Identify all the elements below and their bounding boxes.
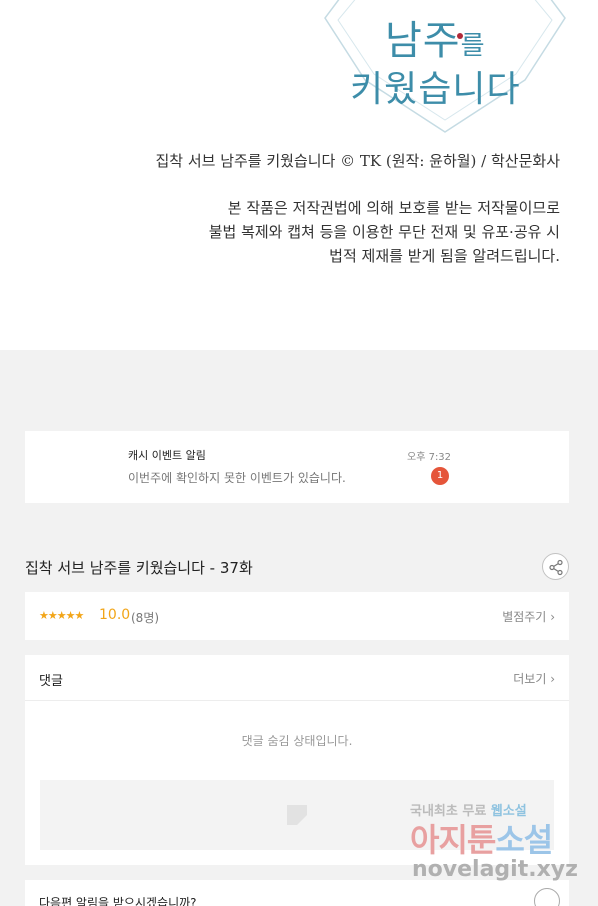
- notification-time: 오후 7:32: [407, 452, 452, 463]
- alarm-toggle-icon[interactable]: [534, 888, 560, 906]
- chevron-right-icon: ›: [550, 672, 555, 686]
- notice-line: 법적 제재를 받게 됨을 알려드립니다.: [329, 247, 560, 265]
- notice-line: 불법 복제와 캡쳐 등을 이용한 무단 전재 및 유포·공유 시: [208, 223, 560, 241]
- watermark-url: novelagit.xyz: [412, 857, 578, 882]
- comic-end-panel: 남주를 키웠습니다 집착 서브 남주를 키웠습니다 © TK (원작: 윤하월)…: [0, 0, 598, 350]
- comments-more-button[interactable]: 더보기 ›: [513, 670, 555, 687]
- watermark: 국내최초 무료 웹소설 아지툰소설 novelagit.xyz: [410, 800, 590, 886]
- cash-event-notification[interactable]: 캐시 이벤트 알림 이번주에 확인하지 못한 이벤트가 있습니다. 오후 7:3…: [25, 431, 569, 503]
- share-icon: [549, 559, 563, 576]
- rating-row: ★★★★★ 10.0 (8명) 별점주기 ›: [25, 592, 569, 640]
- notification-badge: 1: [431, 467, 449, 485]
- rating-stars: ★★★★★: [39, 609, 84, 622]
- comments-more-label: 더보기: [513, 672, 547, 686]
- rate-button-label: 별점주기: [502, 610, 547, 624]
- episode-title: 집착 서브 남주를 키웠습니다 - 37화: [25, 559, 253, 577]
- notice-line: 본 작품은 저작권법에 의해 보호를 받는 저작물이므로: [227, 199, 560, 217]
- comments-title: 댓글: [39, 674, 63, 689]
- rating-count: (8명): [131, 611, 160, 625]
- rate-button[interactable]: 별점주기 ›: [502, 608, 555, 625]
- logo-title-line2: 키웠습니다: [350, 69, 521, 110]
- watermark-brand: 아지툰소설: [410, 821, 553, 859]
- chevron-right-icon: ›: [550, 610, 555, 624]
- copyright-notice: 본 작품은 저작권법에 의해 보호를 받는 저작물이므로 불법 복제와 캡쳐 등…: [209, 196, 560, 268]
- rating-score: 10.0: [99, 607, 131, 623]
- comments-hidden-message: 댓글 숨김 상태입니다.: [241, 734, 353, 748]
- logo-title-line1: 남주를: [385, 18, 486, 64]
- notification-title: 캐시 이벤트 알림: [128, 449, 206, 462]
- next-alarm-text: 다음편 알림을 받으시겠습니까?: [39, 896, 197, 906]
- comment-write-icon: [287, 805, 307, 825]
- share-button[interactable]: [542, 553, 569, 580]
- comments-header: 댓글 더보기 ›: [25, 655, 569, 701]
- copyright-credit: 집착 서브 남주를 키웠습니다 © TK (원작: 윤하월) / 학산문화사: [155, 152, 560, 170]
- notification-message: 이번주에 확인하지 못한 이벤트가 있습니다.: [128, 471, 346, 485]
